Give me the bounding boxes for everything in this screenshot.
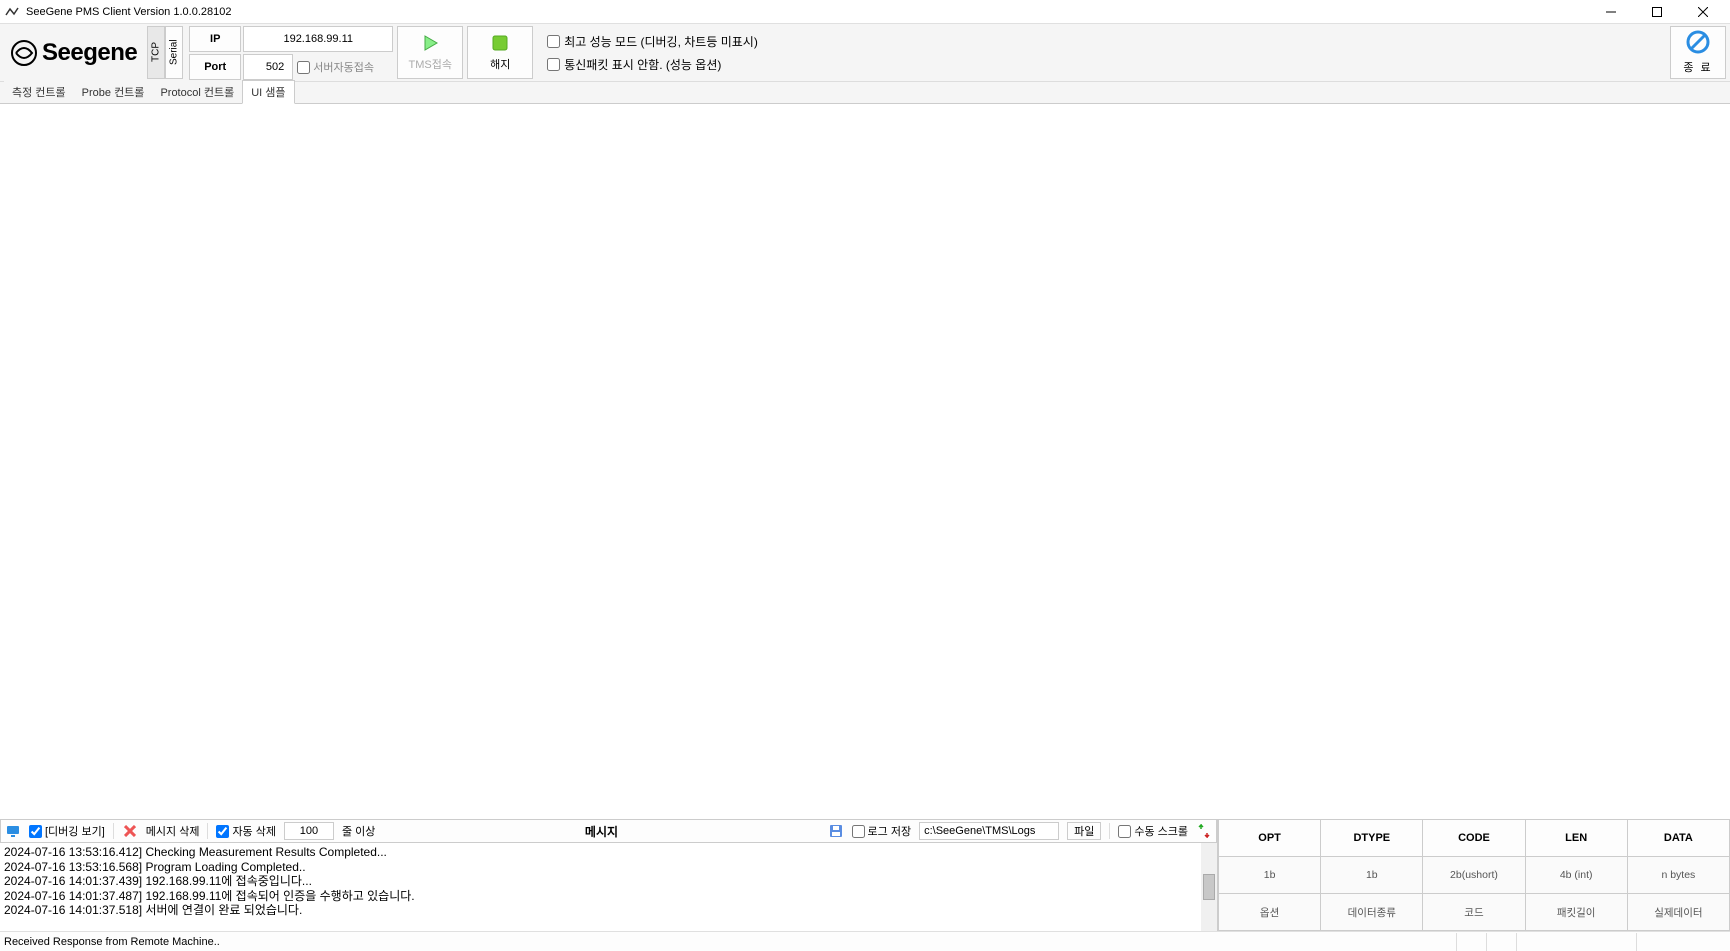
auto-delete-option[interactable]: 자동 삭제: [216, 823, 276, 839]
exit-button[interactable]: 종 료: [1670, 26, 1726, 79]
updown-icon[interactable]: [1196, 823, 1212, 839]
titlebar: SeeGene PMS Client Version 1.0.0.28102: [0, 0, 1730, 24]
log-line: 2024-07-16 13:53:16.412] Checking Measur…: [4, 845, 1213, 860]
serial-tab[interactable]: Serial: [165, 26, 183, 79]
status-bar: Received Response from Remote Machine..: [0, 931, 1730, 951]
log-path-input[interactable]: [919, 822, 1059, 840]
message-panel: [디버깅 보기] 메시지 삭제 자동 삭제 줄 이상 메시지 로그 저장: [0, 819, 1218, 931]
close-button[interactable]: [1680, 0, 1726, 24]
toolbar: Seegene TCP Serial IP Port 서버자동접속 TMS접속 …: [0, 24, 1730, 82]
play-icon: [421, 34, 439, 52]
ip-label: IP: [189, 26, 241, 52]
cell: 4b (int): [1525, 857, 1627, 894]
port-input[interactable]: [243, 54, 293, 80]
message-scrollbar[interactable]: [1201, 843, 1217, 931]
log-line: 2024-07-16 14:01:37.439] 192.168.99.11에 …: [4, 874, 1213, 889]
auto-delete-checkbox[interactable]: [216, 825, 229, 838]
perf-mode-label: 최고 성능 모드 (디버깅, 차트등 미표시): [564, 33, 758, 50]
server-auto-connect-label: 서버자동접속: [313, 59, 374, 75]
performance-options: 최고 성능 모드 (디버깅, 차트등 미표시) 통신패킷 표시 안함. (성능 …: [537, 26, 758, 79]
window-title: SeeGene PMS Client Version 1.0.0.28102: [26, 6, 1588, 18]
ip-input[interactable]: [243, 26, 393, 52]
status-cell: [1516, 933, 1636, 951]
col-len: LEN: [1525, 820, 1627, 857]
lines-suffix: 줄 이상: [342, 823, 375, 839]
server-auto-connect[interactable]: 서버자동접속: [297, 59, 374, 75]
status-cell: [1456, 933, 1486, 951]
minimize-button[interactable]: [1588, 0, 1634, 24]
no-packet-option[interactable]: 통신패킷 표시 안함. (성능 옵션): [547, 56, 758, 73]
stop-button[interactable]: 해지: [467, 26, 533, 79]
col-code: CODE: [1423, 820, 1525, 857]
app-icon: [4, 4, 20, 20]
brand-logo: Seegene: [4, 26, 143, 79]
stop-icon: [491, 34, 509, 52]
status-cell: [1636, 933, 1726, 951]
cell: 1b: [1219, 857, 1321, 894]
cell: 코드: [1423, 894, 1525, 931]
main-content: [0, 104, 1730, 819]
log-line: 2024-07-16 14:01:37.487] 192.168.99.11에 …: [4, 889, 1213, 904]
status-cell: [1486, 933, 1516, 951]
message-list[interactable]: 2024-07-16 13:53:16.412] Checking Measur…: [0, 843, 1217, 931]
status-cells: [1456, 933, 1726, 951]
manual-scroll-label: 수동 스크롤: [1134, 823, 1188, 839]
cell: 패킷길이: [1525, 894, 1627, 931]
perf-mode-checkbox[interactable]: [547, 35, 560, 48]
col-dtype: DTYPE: [1321, 820, 1423, 857]
col-data: DATA: [1627, 820, 1729, 857]
debug-view-checkbox[interactable]: [29, 825, 42, 838]
tab-measurement-control[interactable]: 측정 컨트롤: [4, 81, 74, 103]
port-label: Port: [189, 54, 241, 80]
message-toolbar: [디버깅 보기] 메시지 삭제 자동 삭제 줄 이상 메시지 로그 저장: [0, 819, 1217, 843]
cell: 데이터종류: [1321, 894, 1423, 931]
tms-connect-button[interactable]: TMS접속: [397, 26, 463, 79]
status-text: Received Response from Remote Machine..: [4, 936, 1456, 948]
packet-table: OPT DTYPE CODE LEN DATA 1b 1b 2b(ushort)…: [1218, 819, 1730, 931]
monitor-icon[interactable]: [5, 823, 21, 839]
main-tabs: 측정 컨트롤 Probe 컨트롤 Protocol 컨트롤 UI 샘플: [0, 82, 1730, 104]
tab-ui-sample[interactable]: UI 샘플: [242, 80, 294, 104]
server-auto-connect-checkbox[interactable]: [297, 61, 310, 74]
brand-name: Seegene: [42, 39, 137, 67]
tcp-tab[interactable]: TCP: [147, 26, 165, 79]
log-line: 2024-07-16 13:53:16.568] Program Loading…: [4, 860, 1213, 875]
connection-grid: IP Port 서버자동접속: [189, 26, 393, 79]
save-log-option[interactable]: 로그 저장: [852, 823, 912, 839]
msg-delete-label[interactable]: 메시지 삭제: [146, 823, 200, 839]
lines-input[interactable]: [284, 822, 334, 840]
bottom-panel: [디버깅 보기] 메시지 삭제 자동 삭제 줄 이상 메시지 로그 저장: [0, 819, 1730, 931]
tms-connect-label: TMS접속: [408, 56, 451, 72]
cell: n bytes: [1627, 857, 1729, 894]
cell: 실제데이터: [1627, 894, 1729, 931]
debug-view-label: [디버깅 보기]: [45, 823, 105, 839]
auto-delete-label: 자동 삭제: [232, 823, 276, 839]
file-button[interactable]: 파일: [1067, 822, 1101, 840]
packet-table-panel: OPT DTYPE CODE LEN DATA 1b 1b 2b(ushort)…: [1218, 819, 1730, 931]
debug-view-option[interactable]: [디버깅 보기]: [29, 823, 105, 839]
exit-label: 종 료: [1683, 59, 1712, 75]
manual-scroll-option[interactable]: 수동 스크롤: [1118, 823, 1188, 839]
logo-icon: [10, 39, 38, 67]
tab-probe-control[interactable]: Probe 컨트롤: [74, 81, 153, 103]
col-opt: OPT: [1219, 820, 1321, 857]
save-icon[interactable]: [828, 823, 844, 839]
log-line: 2024-07-16 14:01:37.518] 서버에 연결이 완료 되었습니…: [4, 903, 1213, 918]
save-log-label: 로그 저장: [868, 823, 912, 839]
tab-protocol-control[interactable]: Protocol 컨트롤: [152, 81, 242, 103]
save-log-checkbox[interactable]: [852, 825, 865, 838]
stop-label: 해지: [490, 56, 510, 72]
cell: 1b: [1321, 857, 1423, 894]
no-packet-checkbox[interactable]: [547, 58, 560, 71]
connection-type-tabs: TCP Serial: [147, 26, 183, 79]
manual-scroll-checkbox[interactable]: [1118, 825, 1131, 838]
message-title: 메시지: [383, 823, 819, 840]
cell: 2b(ushort): [1423, 857, 1525, 894]
delete-icon[interactable]: [122, 823, 138, 839]
prohibit-icon: [1686, 30, 1710, 57]
maximize-button[interactable]: [1634, 0, 1680, 24]
cell: 옵션: [1219, 894, 1321, 931]
no-packet-label: 통신패킷 표시 안함. (성능 옵션): [564, 56, 721, 73]
perf-mode-option[interactable]: 최고 성능 모드 (디버깅, 차트등 미표시): [547, 33, 758, 50]
